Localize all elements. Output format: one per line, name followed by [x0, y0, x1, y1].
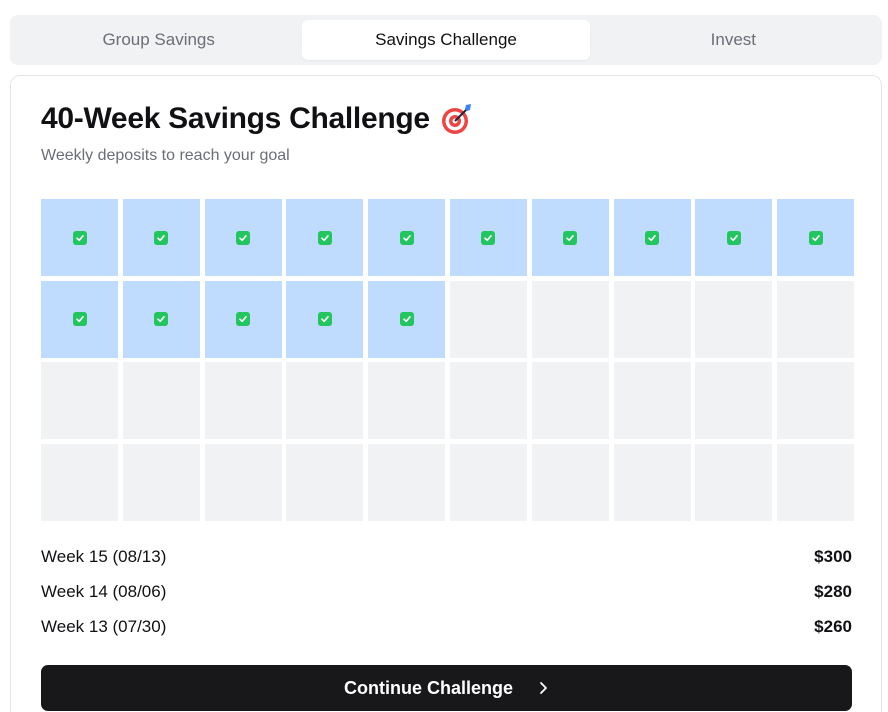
week-cell-4[interactable] [286, 199, 364, 276]
history-amount: $280 [814, 581, 852, 601]
history-row: Week 14 (08/06) $280 [41, 574, 852, 609]
history-week-label: Week 14 (08/06) [41, 581, 167, 601]
week-cell-29[interactable] [695, 362, 773, 439]
tab-savings-challenge[interactable]: Savings Challenge [302, 20, 590, 60]
continue-challenge-label: Continue Challenge [343, 677, 513, 698]
history-week-label: Week 15 (08/13) [41, 546, 167, 566]
week-cell-30[interactable] [777, 362, 855, 439]
week-grid [41, 199, 855, 521]
tab-invest[interactable]: Invest [590, 20, 877, 60]
check-icon [645, 230, 660, 245]
check-icon [236, 230, 251, 245]
week-cell-24[interactable] [286, 362, 364, 439]
check-icon [399, 312, 414, 326]
chevron-right-icon [537, 681, 549, 695]
week-cell-35[interactable] [368, 443, 446, 521]
week-cell-9[interactable] [695, 199, 773, 276]
week-cell-8[interactable] [613, 199, 691, 276]
week-cell-16[interactable] [449, 280, 527, 358]
week-cell-34[interactable] [286, 443, 364, 521]
week-cell-5[interactable] [368, 199, 446, 276]
week-cell-38[interactable] [613, 443, 691, 521]
history-row: Week 13 (07/30) $260 [41, 609, 852, 644]
title-row: 40-Week Savings Challenge [41, 102, 474, 136]
check-icon [236, 312, 251, 326]
check-icon [726, 230, 741, 245]
history-amount: $300 [814, 546, 852, 566]
week-cell-18[interactable] [613, 280, 691, 358]
check-icon [808, 230, 823, 245]
week-cell-14[interactable] [286, 280, 364, 358]
week-cell-32[interactable] [122, 443, 200, 521]
week-cell-39[interactable] [695, 443, 773, 521]
week-cell-23[interactable] [204, 362, 282, 439]
check-icon [563, 230, 578, 245]
week-cell-11[interactable] [41, 280, 118, 358]
week-cell-22[interactable] [122, 362, 200, 439]
check-icon [72, 312, 87, 326]
week-cell-1[interactable] [41, 199, 118, 276]
week-cell-13[interactable] [204, 280, 282, 358]
history-row: Week 15 (08/13) $300 [41, 539, 852, 574]
week-cell-37[interactable] [531, 443, 609, 521]
week-cell-3[interactable] [204, 199, 282, 276]
week-cell-12[interactable] [122, 280, 200, 358]
week-cell-21[interactable] [41, 362, 118, 439]
check-icon [481, 230, 496, 245]
check-icon [154, 312, 169, 326]
week-cell-36[interactable] [449, 443, 527, 521]
page-title: 40-Week Savings Challenge [41, 102, 430, 135]
week-cell-40[interactable] [777, 443, 855, 521]
week-cell-31[interactable] [41, 443, 118, 521]
week-cell-19[interactable] [695, 280, 773, 358]
check-icon [72, 230, 87, 245]
week-cell-17[interactable] [531, 280, 609, 358]
continue-challenge-button[interactable]: Continue Challenge [41, 665, 852, 711]
week-cell-25[interactable] [368, 362, 446, 439]
target-icon [440, 102, 474, 136]
week-cell-6[interactable] [449, 199, 527, 276]
check-icon [317, 230, 332, 245]
week-cell-27[interactable] [531, 362, 609, 439]
week-cell-26[interactable] [449, 362, 527, 439]
week-cell-20[interactable] [777, 280, 855, 358]
check-icon [399, 230, 414, 245]
history-week-label: Week 13 (07/30) [41, 616, 167, 636]
week-cell-28[interactable] [613, 362, 691, 439]
history-amount: $260 [814, 616, 852, 636]
week-cell-2[interactable] [122, 199, 200, 276]
check-icon [317, 312, 332, 326]
week-cell-33[interactable] [204, 443, 282, 521]
challenge-card: 40-Week Savings Challenge Weekly deposit… [10, 75, 882, 712]
check-icon [154, 230, 169, 245]
week-cell-15[interactable] [368, 280, 446, 358]
page-subtitle: Weekly deposits to reach your goal [41, 147, 290, 164]
week-cell-10[interactable] [777, 199, 855, 276]
tab-bar: Group Savings Savings Challenge Invest [10, 15, 882, 65]
tab-group-savings[interactable]: Group Savings [15, 20, 302, 60]
week-cell-7[interactable] [531, 199, 609, 276]
deposit-history: Week 15 (08/13) $300 Week 14 (08/06) $28… [41, 539, 852, 644]
